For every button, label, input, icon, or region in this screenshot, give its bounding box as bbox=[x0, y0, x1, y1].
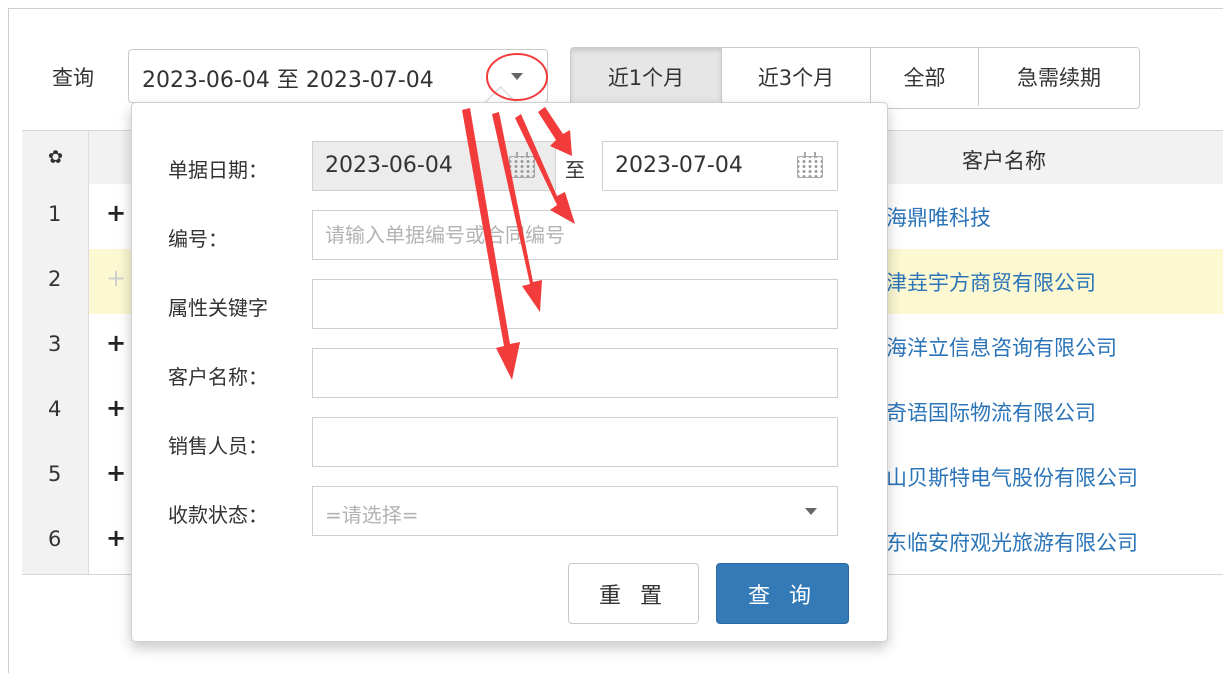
customer-label: 客户名称： bbox=[168, 365, 268, 389]
customer-name-link[interactable]: 海鼎唯科技 bbox=[886, 202, 991, 232]
number-label: 编号： bbox=[168, 227, 228, 251]
expand-plus-icon[interactable]: + bbox=[106, 524, 126, 552]
quick-range-3-months[interactable]: 近3个月 bbox=[722, 48, 871, 106]
quick-range-1-month[interactable]: 近1个月 bbox=[571, 48, 722, 106]
filter-popover: 单据日期： 2023-06-04 至 2023-07-04 编号： 属性关键字 … bbox=[131, 102, 888, 642]
query-label: 查询 bbox=[52, 66, 94, 90]
expand-plus-icon[interactable]: + bbox=[106, 329, 126, 357]
sales-input[interactable] bbox=[312, 417, 838, 467]
quick-range-group: 近1个月 近3个月 全部 急需续期 bbox=[570, 47, 1140, 109]
row-number-cell: 3 bbox=[22, 314, 89, 379]
row-number-cell: 2 bbox=[22, 249, 89, 314]
date-start-field[interactable]: 2023-06-04 bbox=[312, 141, 556, 191]
row-number-cell: 4 bbox=[22, 379, 89, 444]
row-number: 6 bbox=[48, 527, 62, 551]
row-number: 2 bbox=[48, 267, 62, 291]
expand-plus-icon[interactable]: + bbox=[106, 199, 126, 227]
date-separator: 至 bbox=[565, 158, 585, 182]
status-select[interactable]: =请选择= bbox=[312, 486, 838, 536]
reset-button[interactable]: 重 置 bbox=[568, 563, 699, 624]
quick-range-renewal[interactable]: 急需续期 bbox=[979, 48, 1139, 106]
customer-name-link[interactable]: 海洋立信息咨询有限公司 bbox=[886, 332, 1117, 362]
status-label: 收款状态： bbox=[168, 503, 268, 527]
customer-name-link[interactable]: 东临安府观光旅游有限公司 bbox=[886, 527, 1138, 557]
search-button[interactable]: 查 询 bbox=[716, 563, 849, 624]
date-end-value: 2023-07-04 bbox=[615, 153, 743, 178]
date-start-value: 2023-06-04 bbox=[325, 153, 453, 178]
quick-range-all[interactable]: 全部 bbox=[871, 48, 979, 106]
row-number-cell: 6 bbox=[22, 509, 89, 574]
date-range-value: 2023-06-04 至 2023-07-04 bbox=[142, 68, 434, 93]
date-label: 单据日期： bbox=[168, 158, 268, 182]
number-input[interactable] bbox=[312, 210, 838, 260]
keyword-label: 属性关键字 bbox=[168, 296, 268, 320]
status-select-value: =请选择= bbox=[325, 503, 419, 527]
settings-cell[interactable]: ✿ bbox=[22, 131, 89, 184]
column-header-customer[interactable]: 客户名称 bbox=[962, 145, 1046, 175]
row-number: 4 bbox=[48, 397, 62, 421]
row-number: 1 bbox=[48, 202, 62, 226]
customer-name-link[interactable]: 津垚宇方商贸有限公司 bbox=[886, 267, 1096, 297]
row-number-cell: 1 bbox=[22, 184, 89, 249]
keyword-input[interactable] bbox=[312, 279, 838, 329]
customer-name-link[interactable]: 奇语国际物流有限公司 bbox=[886, 397, 1096, 427]
calendar-icon[interactable] bbox=[509, 152, 535, 178]
date-end-field[interactable]: 2023-07-04 bbox=[602, 141, 838, 191]
date-range-dropdown[interactable]: 2023-06-04 至 2023-07-04 bbox=[128, 49, 548, 103]
calendar-icon[interactable] bbox=[797, 152, 823, 178]
gear-icon[interactable]: ✿ bbox=[48, 149, 63, 167]
expand-plus-icon[interactable]: + bbox=[106, 459, 126, 487]
caret-down-icon bbox=[805, 508, 817, 515]
row-number: 3 bbox=[48, 332, 62, 356]
row-number: 5 bbox=[48, 462, 62, 486]
expand-plus-icon[interactable]: + bbox=[106, 264, 126, 292]
expand-plus-icon[interactable]: + bbox=[106, 394, 126, 422]
customer-input[interactable] bbox=[312, 348, 838, 398]
customer-name-link[interactable]: 山贝斯特电气股份有限公司 bbox=[886, 462, 1138, 492]
sales-label: 销售人员： bbox=[168, 434, 268, 458]
caret-down-icon bbox=[511, 73, 523, 80]
row-number-cell: 5 bbox=[22, 444, 89, 509]
